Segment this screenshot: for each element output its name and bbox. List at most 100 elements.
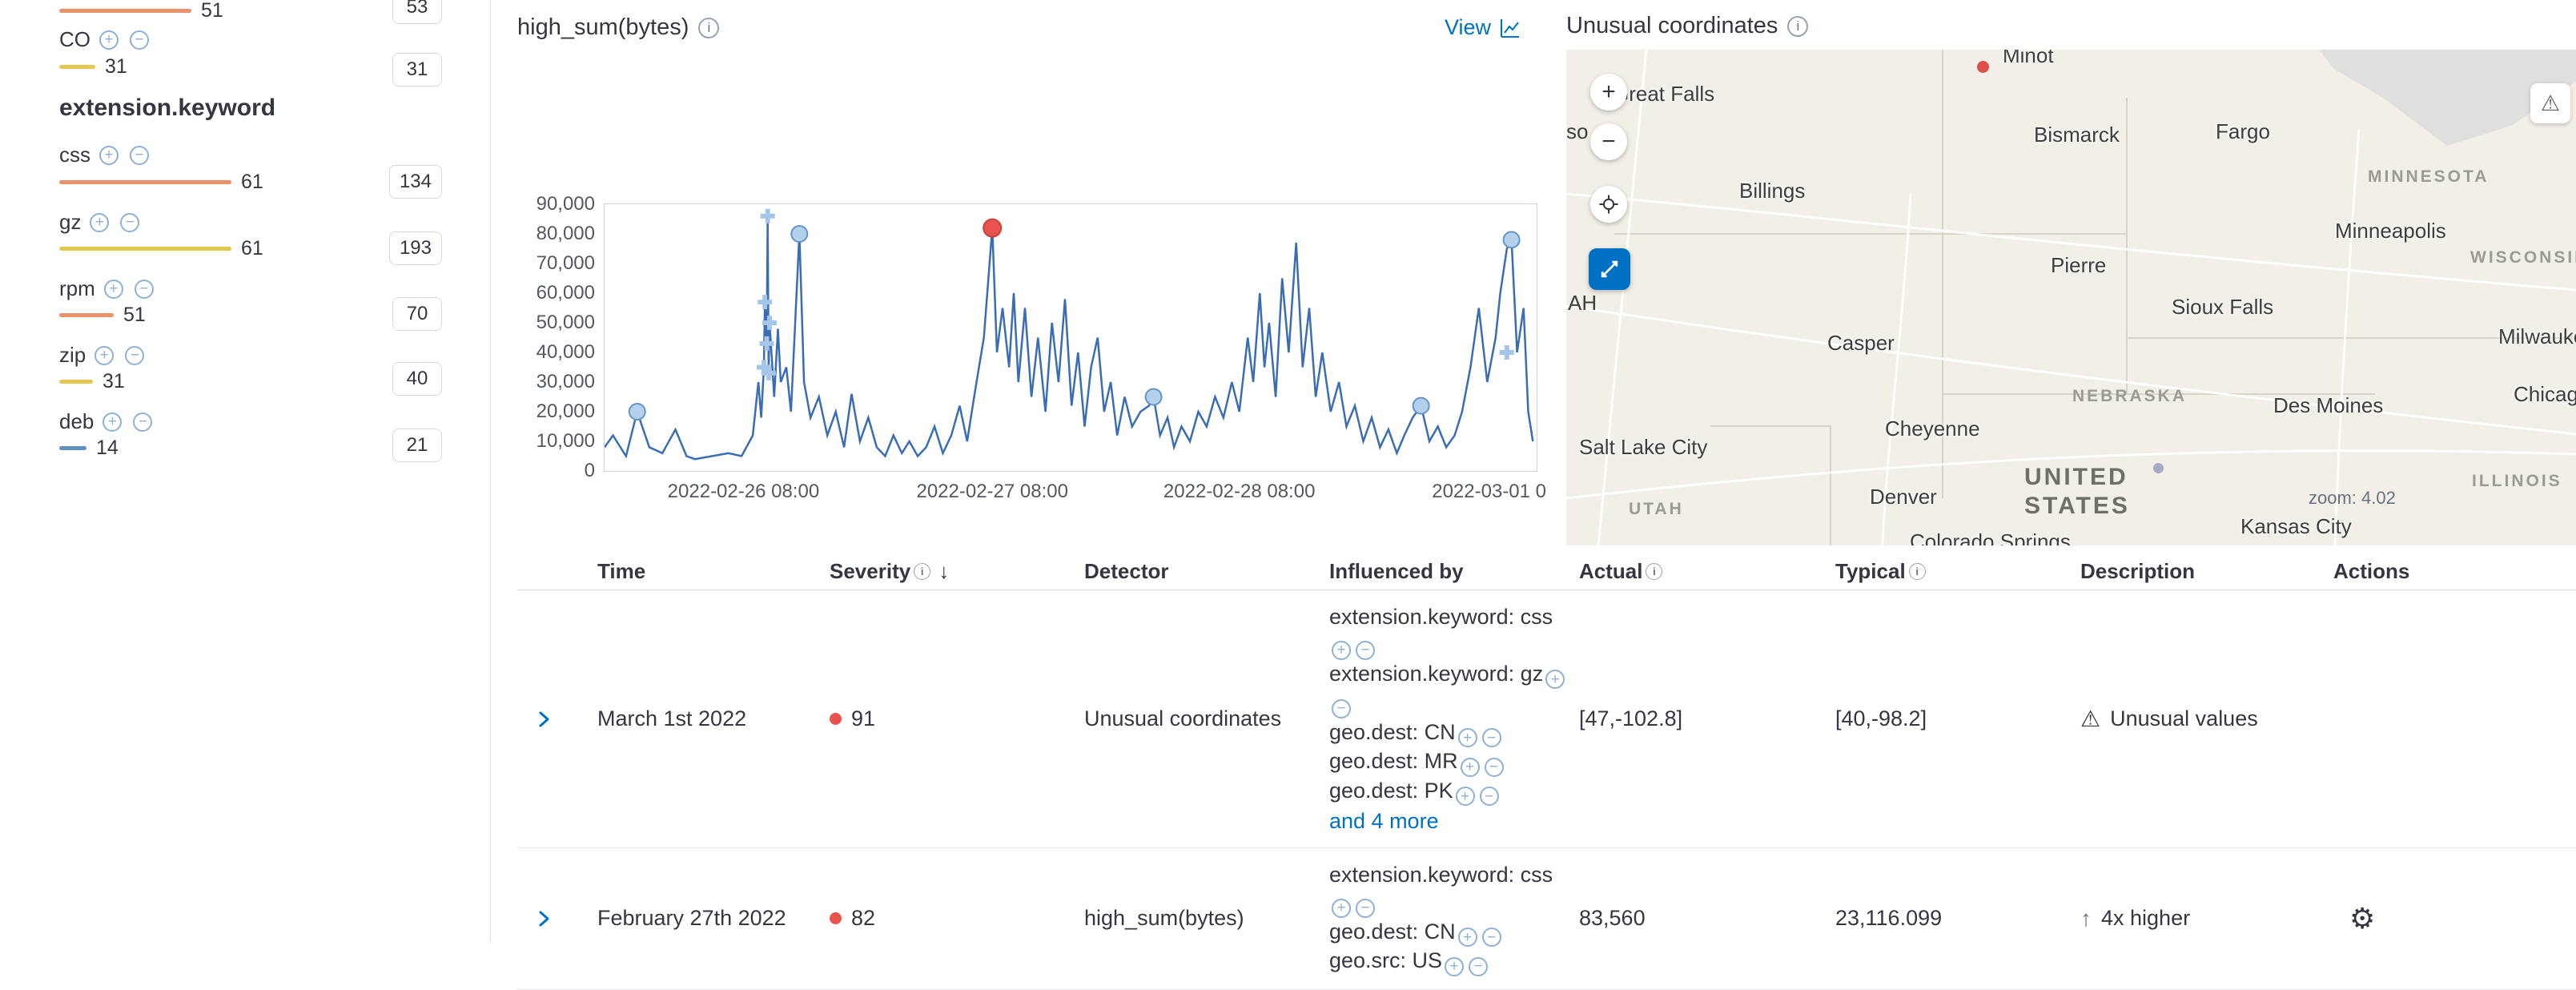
anomaly-detector: high_sum(bytes) xyxy=(1084,906,1329,931)
minus-filter-icon[interactable]: − xyxy=(125,346,144,365)
map-anomaly-dot[interactable] xyxy=(1977,61,1989,73)
anomaly-detector: Unusual coordinates xyxy=(1084,706,1329,731)
minus-filter-icon[interactable]: − xyxy=(1356,899,1375,918)
crosshair-icon xyxy=(1595,191,1622,218)
anomaly-timeseries-plot[interactable]: 90,00080,00070,00060,00050,00040,00030,0… xyxy=(604,203,1537,472)
arrow-up-icon: ↑ xyxy=(2080,906,2092,932)
minus-filter-icon[interactable]: − xyxy=(1480,787,1499,806)
show-more-influencers-link[interactable]: and 4 more xyxy=(1329,807,1439,835)
influencer-bar xyxy=(59,313,114,317)
minus-filter-icon[interactable]: − xyxy=(133,412,152,432)
plus-filter-icon[interactable]: + xyxy=(1461,758,1480,777)
column-header-time[interactable]: Time xyxy=(597,559,830,584)
influencer-bar-row: 61 xyxy=(59,171,263,192)
plus-filter-icon[interactable]: + xyxy=(1456,787,1475,806)
info-icon[interactable]: i xyxy=(914,563,930,580)
anomaly-actual: 83,560 xyxy=(1579,906,1835,931)
anomaly-severity: 82 xyxy=(830,906,1084,931)
sort-descending-icon[interactable]: ↓ xyxy=(938,559,949,584)
anomaly-chart-panel: high_sum(bytes) i View 90,00080,00070,00… xyxy=(517,14,1558,543)
plus-filter-icon[interactable]: + xyxy=(94,346,114,365)
minus-filter-icon[interactable]: − xyxy=(1482,728,1501,747)
zoom-out-button[interactable]: − xyxy=(1590,123,1627,160)
influencer-bar xyxy=(59,446,86,450)
influencer-bar xyxy=(59,380,93,384)
influencer-bar-row: 31 xyxy=(59,371,125,392)
fit-to-data-button[interactable] xyxy=(1590,186,1627,223)
map-city-label: Des Moines xyxy=(2273,393,2383,418)
anomaly-actual: [47,-102.8] xyxy=(1579,706,1835,731)
plus-filter-icon[interactable]: + xyxy=(1545,670,1565,689)
column-header-detector[interactable]: Detector xyxy=(1084,559,1329,584)
severity-dot xyxy=(830,713,842,725)
plus-filter-icon[interactable]: + xyxy=(90,213,109,232)
minus-filter-icon[interactable]: − xyxy=(1485,758,1504,777)
influencer-count-badge: 70 xyxy=(392,297,442,331)
plus-filter-icon[interactable]: + xyxy=(104,280,123,299)
minus-filter-icon[interactable]: − xyxy=(1469,957,1488,976)
table-header-row: Time Severity i ↓ Detector Influenced by… xyxy=(517,553,2576,590)
plus-filter-icon[interactable]: + xyxy=(102,412,122,432)
zoom-in-button[interactable]: + xyxy=(1590,74,1627,111)
column-header-influenced-by[interactable]: Influenced by xyxy=(1329,559,1579,584)
influencer-name: gz xyxy=(59,210,81,235)
influencer-count-badge: 193 xyxy=(389,231,442,265)
map-country-label: UNITED STATES xyxy=(2024,463,2130,521)
table-row: February 27th 2022 82 high_sum(bytes) ex… xyxy=(517,848,2576,990)
column-header-severity[interactable]: Severity i ↓ xyxy=(830,559,1084,584)
influencer-bar xyxy=(59,65,95,69)
expand-row-button[interactable] xyxy=(517,707,597,731)
anomaly-severity: 91 xyxy=(830,706,1084,731)
plus-filter-icon[interactable]: + xyxy=(1332,641,1351,660)
view-link-label: View xyxy=(1445,15,1491,40)
info-icon[interactable]: i xyxy=(1646,563,1662,580)
info-icon[interactable]: i xyxy=(1909,563,1926,580)
map-warning-button[interactable]: ⚠ xyxy=(2530,83,2570,123)
influencer-group-header: extension.keyword xyxy=(59,95,275,122)
influencer-max-score: 14 xyxy=(96,437,119,460)
table-row: March 1st 2022 91 Unusual coordinates ex… xyxy=(517,590,2576,848)
info-icon[interactable]: i xyxy=(1787,16,1808,37)
plus-filter-icon[interactable]: + xyxy=(1458,728,1477,747)
minus-filter-icon[interactable]: − xyxy=(1356,641,1375,660)
view-link[interactable]: View xyxy=(1445,15,1521,40)
influencer-bar-row: 51 xyxy=(59,0,223,21)
minus-filter-icon[interactable]: − xyxy=(130,30,149,50)
map-label-fragment: so xyxy=(1566,119,1588,144)
map-faded-dot[interactable] xyxy=(2153,463,2164,473)
map-city-label: Minot xyxy=(2003,50,2054,68)
chevron-right-icon xyxy=(532,707,556,731)
minus-filter-icon[interactable]: − xyxy=(130,146,149,165)
anomaly-time: March 1st 2022 xyxy=(597,706,830,731)
map-label-fragment: AH xyxy=(1568,291,1597,316)
minus-filter-icon[interactable]: − xyxy=(1482,928,1501,947)
column-header-description[interactable]: Description xyxy=(2080,559,2333,584)
column-header-actions: Actions xyxy=(2333,559,2576,584)
influencer-name-row: zip + − xyxy=(59,343,147,368)
influencer-max-score: 31 xyxy=(105,55,127,78)
plus-filter-icon[interactable]: + xyxy=(1445,957,1464,976)
plus-filter-icon[interactable]: + xyxy=(1458,928,1477,947)
expand-map-button[interactable] xyxy=(1589,248,1630,290)
minus-filter-icon[interactable]: − xyxy=(120,213,139,232)
map-city-label: Casper xyxy=(1827,331,1895,356)
gear-icon[interactable]: ⚙ xyxy=(2349,902,2375,936)
plus-filter-icon[interactable]: + xyxy=(1332,899,1351,918)
column-header-actual[interactable]: Actual i xyxy=(1579,559,1835,584)
timeseries-line xyxy=(605,204,1537,471)
influencer-name-row: css + − xyxy=(59,143,151,167)
column-header-typical[interactable]: Typical i xyxy=(1835,559,2080,584)
anomaly-description: ↑ 4x higher xyxy=(2080,906,2333,932)
plus-filter-icon[interactable]: + xyxy=(99,146,119,165)
influencer-count-badge: 53 xyxy=(392,0,442,24)
expand-row-button[interactable] xyxy=(517,907,597,931)
severity-dot xyxy=(830,912,842,924)
info-icon[interactable]: i xyxy=(698,18,719,38)
map-canvas[interactable]: Minot Great Falls Bismarck Fargo Billing… xyxy=(1566,50,2576,545)
y-axis: 90,00080,00070,00060,00050,00040,00030,0… xyxy=(451,204,595,471)
minus-filter-icon[interactable]: − xyxy=(1332,699,1351,718)
map-city-label: Chicago xyxy=(2514,382,2576,407)
influencer-name-row: CO + − xyxy=(59,27,151,52)
minus-filter-icon[interactable]: − xyxy=(135,280,154,299)
plus-filter-icon[interactable]: + xyxy=(99,30,119,50)
